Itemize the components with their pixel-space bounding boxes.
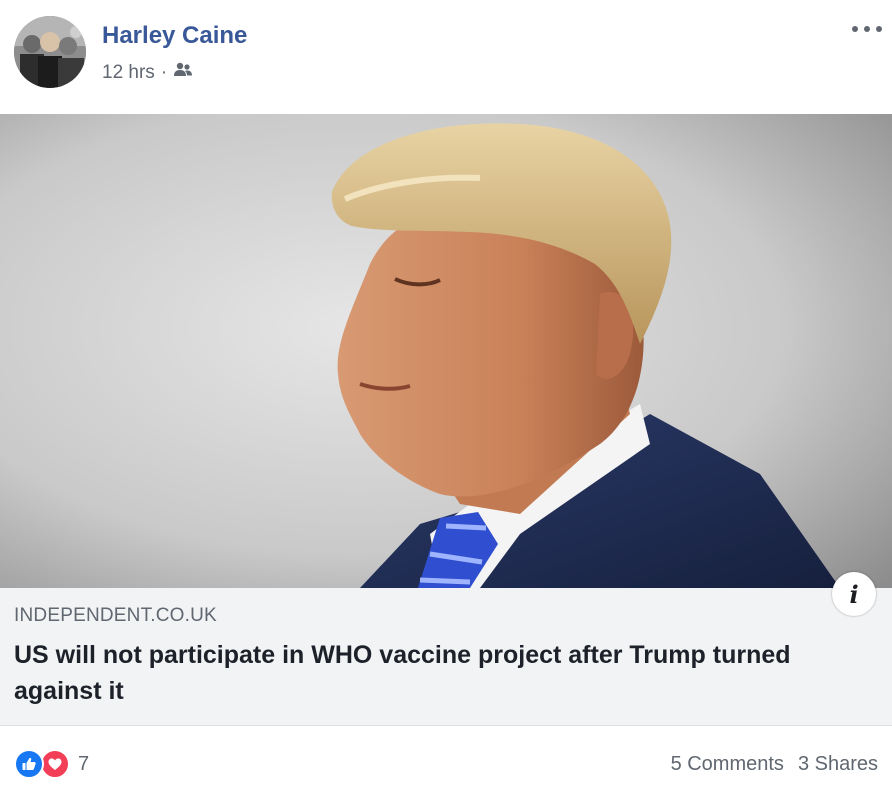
shares-link[interactable]: 3 Shares [798,753,878,776]
more-dot [876,26,882,32]
reactions-summary[interactable]: 7 [14,749,89,779]
link-title[interactable]: US will not participate in WHO vaccine p… [14,637,874,709]
author-name[interactable]: Harley Caine [102,22,247,50]
comments-link[interactable]: 5 Comments [671,753,784,776]
love-icon [40,749,70,779]
link-preview-image[interactable] [0,114,892,588]
avatar-photo [14,16,86,88]
more-dot [852,26,858,32]
link-domain: INDEPENDENT.CO.UK [14,605,217,626]
info-icon[interactable]: i [832,572,876,616]
link-preview-card[interactable]: i INDEPENDENT.CO.UK US will not particip… [0,572,892,726]
post-time[interactable]: 12 hrs [102,62,155,84]
post-footer: 7 5 Comments 3 Shares [0,727,892,798]
meta-separator: · [160,62,168,83]
author-avatar[interactable] [14,16,86,88]
portrait-photo [0,114,892,588]
more-options-icon[interactable] [852,22,882,36]
post-header: Harley Caine 12 hrs · [0,0,892,114]
more-dot [864,26,870,32]
post-meta: 12 hrs · [102,62,193,84]
like-icon [14,749,44,779]
friends-icon[interactable] [173,62,193,84]
reaction-count: 7 [78,752,90,775]
engagement-stats: 5 Comments 3 Shares [671,753,878,776]
